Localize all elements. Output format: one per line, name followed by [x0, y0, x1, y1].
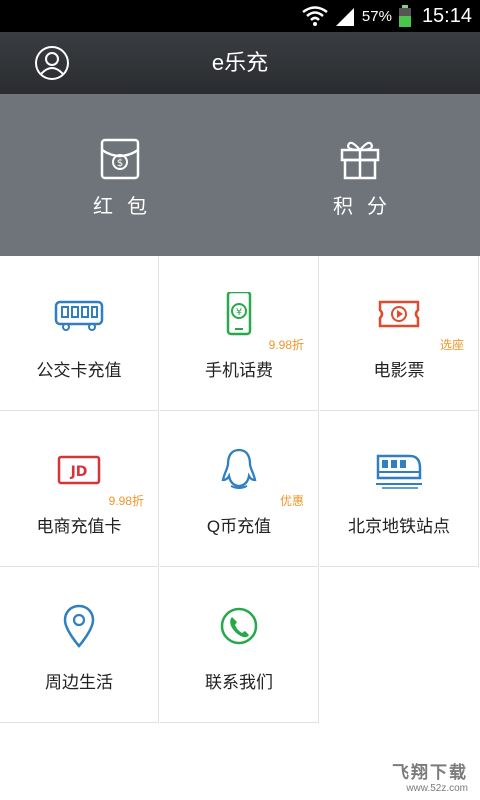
- app-header: e乐充: [0, 32, 480, 94]
- tile-beijing-subway-stations[interactable]: 北京地铁站点: [320, 412, 479, 567]
- subway-train-icon: [376, 454, 422, 489]
- battery-percent: 57%: [361, 7, 392, 25]
- tile-qcoin-topup[interactable]: 优惠 Q币充值: [160, 412, 319, 567]
- svg-text:JD: JD: [70, 464, 88, 480]
- promo-badge: 优惠: [279, 494, 304, 508]
- hero-panel: $ 红包 积分: [0, 94, 480, 256]
- red-packet-button[interactable]: $ 红包: [0, 94, 240, 256]
- tile-label: 北京地铁站点: [348, 517, 450, 536]
- tile-bus-card-topup[interactable]: 公交卡充值: [0, 256, 159, 411]
- qq-penguin-icon: [221, 448, 257, 489]
- discount-badge: 9.98折: [268, 338, 304, 352]
- jd-card-icon: JD: [57, 455, 101, 485]
- gift-icon: [340, 141, 380, 180]
- wifi-icon: [302, 6, 328, 26]
- tile-movie-tickets[interactable]: 选座 电影票: [320, 256, 479, 411]
- tile-contact-us[interactable]: 联系我们: [160, 568, 319, 723]
- signal-icon: [335, 8, 354, 26]
- tile-label: 周边生活: [45, 673, 113, 692]
- tile-label: 电商充值卡: [36, 517, 122, 536]
- battery-icon: [398, 5, 411, 27]
- points-label: 积分: [333, 196, 401, 218]
- bus-icon: [54, 300, 104, 331]
- tile-label: 电影票: [373, 361, 425, 380]
- discount-badge: 9.98折: [108, 494, 144, 508]
- status-icons: 57% 15:14: [302, 0, 472, 32]
- tile-phone-topup[interactable]: ¥ 9.98折 手机话费: [160, 256, 319, 411]
- red-packet-icon: $: [100, 138, 140, 180]
- seat-select-badge: 选座: [439, 338, 464, 352]
- watermark-title: 飞翔下载: [392, 763, 468, 782]
- tile-ecommerce-card[interactable]: JD 9.98折 电商充值卡: [0, 412, 159, 567]
- mobile-phone-icon: ¥: [226, 292, 252, 336]
- points-button[interactable]: 积分: [240, 94, 480, 256]
- page-title: e乐充: [211, 50, 269, 75]
- watermark: 飞翔下载 www.52z.com: [392, 758, 468, 794]
- watermark-url: www.52z.com: [406, 783, 468, 794]
- clock: 15:14: [421, 4, 472, 27]
- tile-label: 联系我们: [205, 673, 273, 692]
- tile-label: Q币充值: [206, 517, 272, 536]
- movie-ticket-icon: [378, 300, 420, 328]
- status-bar: 57% 15:14: [0, 0, 480, 32]
- red-packet-label: 红包: [93, 196, 161, 218]
- tile-label: 公交卡充值: [36, 361, 122, 380]
- tile-label: 手机话费: [205, 361, 273, 380]
- location-pin-icon: [63, 604, 95, 648]
- tile-nearby-life[interactable]: 周边生活: [0, 568, 159, 723]
- svg-text:$: $: [117, 158, 123, 169]
- svg-text:¥: ¥: [236, 307, 242, 318]
- phone-call-icon: [220, 607, 258, 645]
